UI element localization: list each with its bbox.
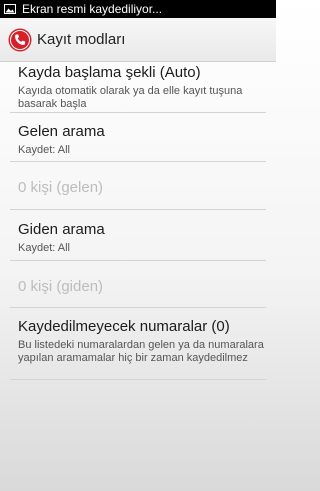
divider: [10, 379, 266, 380]
outgoing-call-title: Giden arama: [18, 221, 105, 238]
record-start-mode-summary: Kayıda otomatik olarak ya da elle kayıt …: [18, 85, 243, 110]
page-title: Kayıt modları: [37, 31, 126, 48]
status-bar: Ekran resmi kaydediliyor...: [0, 0, 276, 18]
image-icon: [4, 4, 16, 14]
list-item-incoming-call[interactable]: Gelen arama Kaydet: All: [0, 123, 276, 157]
list-item-record-start-mode[interactable]: Kayda başlama şekli (Auto) Kayıda otomat…: [0, 64, 276, 111]
excluded-numbers-summary: Bu listedeki numaralardan gelen ya da nu…: [18, 339, 264, 364]
record-start-mode-title: Kayda başlama şekli (Auto): [18, 64, 201, 81]
outgoing-call-summary: Kaydet: All: [18, 242, 70, 254]
incoming-contacts-title: 0 kişi (gelen): [18, 179, 104, 196]
divider: [10, 307, 266, 308]
list-item-incoming-contacts: 0 kişi (gelen): [0, 179, 276, 197]
incoming-call-title: Gelen arama: [18, 123, 105, 140]
status-notification-text: Ekran resmi kaydediliyor...: [22, 2, 163, 16]
list-item-outgoing-contacts: 0 kişi (giden): [0, 278, 276, 296]
divider: [10, 161, 266, 162]
excluded-numbers-title: Kaydedilmeyecek numaralar (0): [18, 318, 230, 335]
outgoing-contacts-title: 0 kişi (giden): [18, 278, 104, 295]
incoming-call-summary: Kaydet: All: [18, 144, 70, 156]
divider: [10, 112, 266, 113]
divider: [10, 260, 266, 261]
list-item-outgoing-call[interactable]: Giden arama Kaydet: All: [0, 221, 276, 255]
action-bar: Kayıt modları: [0, 18, 276, 62]
divider: [10, 209, 266, 210]
phone-record-icon[interactable]: [8, 28, 32, 52]
list-item-excluded-numbers[interactable]: Kaydedilmeyecek numaralar (0) Bu listede…: [0, 318, 276, 365]
